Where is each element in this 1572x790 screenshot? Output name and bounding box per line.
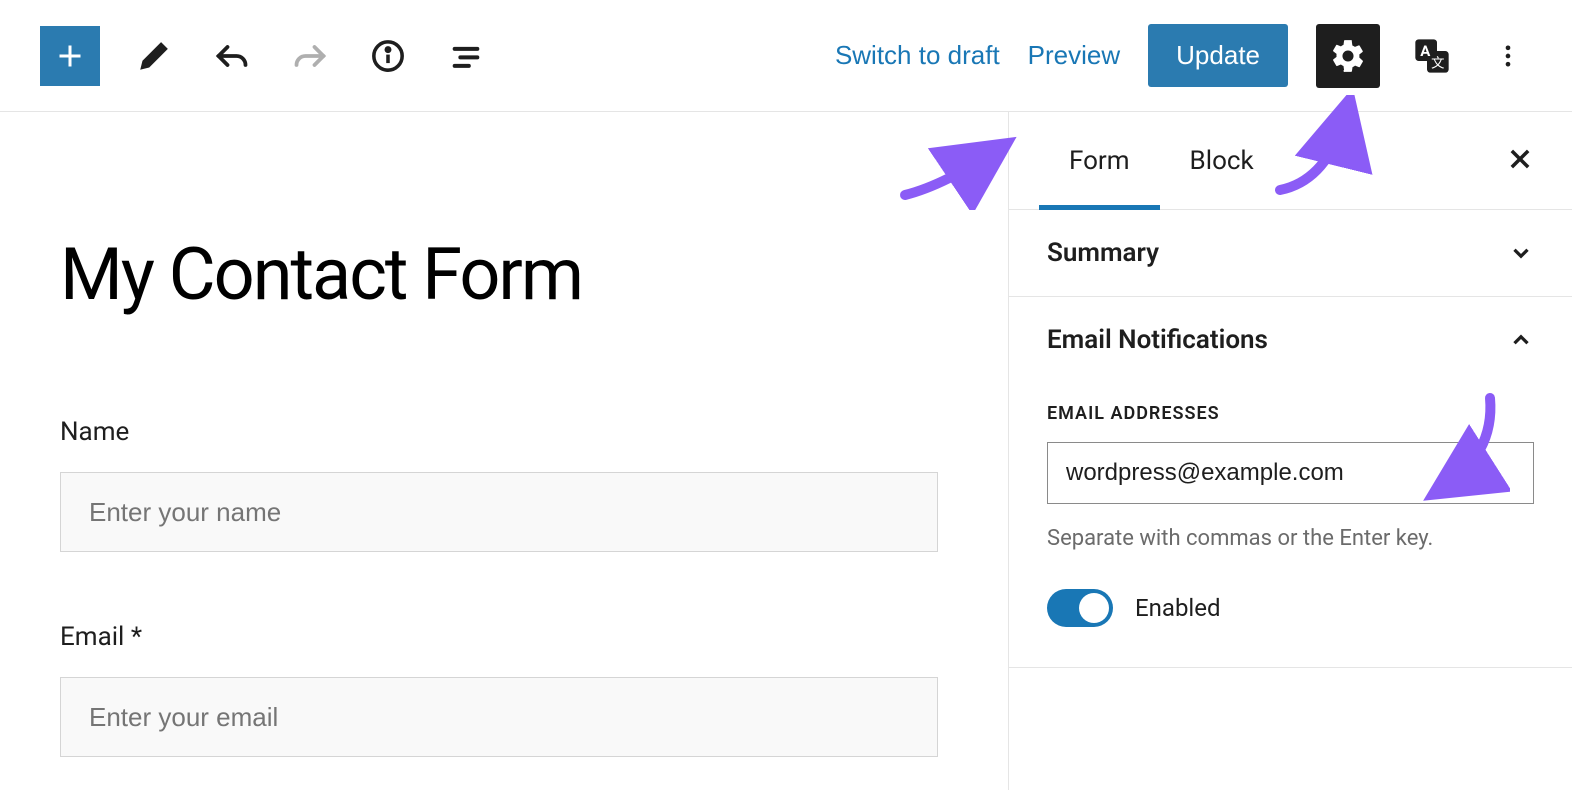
chevron-up-icon: [1508, 327, 1534, 353]
email-notifications-panel-title: Email Notifications: [1047, 325, 1268, 355]
info-icon: [371, 39, 405, 73]
undo-icon: [214, 38, 250, 74]
summary-panel-title: Summary: [1047, 238, 1159, 268]
switch-to-draft-button[interactable]: Switch to draft: [835, 40, 1000, 71]
email-notifications-panel-body: EMAIL ADDRESSES Separate with commas or …: [1009, 383, 1572, 667]
settings-button[interactable]: [1316, 24, 1380, 88]
toolbar-left-group: [40, 26, 490, 86]
redo-button[interactable]: [286, 32, 334, 80]
add-block-button[interactable]: [40, 26, 100, 86]
name-field: Name: [60, 417, 938, 622]
redo-icon: [292, 38, 328, 74]
tab-block[interactable]: Block: [1160, 112, 1284, 209]
outline-button[interactable]: [442, 32, 490, 80]
more-options-button[interactable]: [1484, 32, 1532, 80]
enabled-toggle[interactable]: [1047, 589, 1113, 627]
info-button[interactable]: [364, 32, 412, 80]
close-sidebar-button[interactable]: [1506, 145, 1534, 177]
top-toolbar: Switch to draft Preview Update A文: [0, 0, 1572, 112]
enabled-toggle-row: Enabled: [1047, 589, 1534, 627]
email-field: Email *: [60, 622, 938, 757]
email-addresses-input[interactable]: [1047, 442, 1534, 504]
email-label: Email *: [60, 622, 938, 652]
email-notifications-panel-toggle[interactable]: Email Notifications: [1009, 297, 1572, 383]
email-input[interactable]: [60, 677, 938, 757]
svg-text:文: 文: [1431, 55, 1444, 71]
edit-mode-button[interactable]: [130, 32, 178, 80]
undo-button[interactable]: [208, 32, 256, 80]
plus-icon: [52, 38, 88, 74]
gear-icon: [1329, 37, 1367, 75]
pencil-icon: [137, 39, 171, 73]
summary-panel-toggle[interactable]: Summary: [1009, 210, 1572, 296]
enabled-toggle-label: Enabled: [1135, 594, 1221, 622]
close-icon: [1506, 145, 1534, 173]
tab-form[interactable]: Form: [1039, 112, 1160, 209]
name-label: Name: [60, 417, 938, 447]
email-addresses-heading: EMAIL ADDRESSES: [1047, 403, 1534, 424]
list-outline-icon: [449, 39, 483, 73]
editor-canvas: My Contact Form Name Email *: [0, 112, 1009, 790]
more-vertical-icon: [1494, 42, 1522, 70]
page-title[interactable]: My Contact Form: [60, 232, 938, 317]
main-area: My Contact Form Name Email * Form Block …: [0, 112, 1572, 790]
translate-icon: A文: [1412, 36, 1452, 76]
update-button[interactable]: Update: [1148, 24, 1288, 87]
preview-button[interactable]: Preview: [1028, 40, 1120, 71]
summary-panel: Summary: [1009, 210, 1572, 297]
translate-button[interactable]: A文: [1408, 32, 1456, 80]
toolbar-right-group: Switch to draft Preview Update A文: [835, 24, 1532, 88]
name-input[interactable]: [60, 472, 938, 552]
settings-sidebar: Form Block Summary Email Notifications E…: [1009, 112, 1572, 790]
email-addresses-help: Separate with commas or the Enter key.: [1047, 526, 1534, 551]
svg-text:A: A: [1420, 42, 1431, 60]
sidebar-tabs: Form Block: [1009, 112, 1572, 210]
chevron-down-icon: [1508, 240, 1534, 266]
email-notifications-panel: Email Notifications EMAIL ADDRESSES Sepa…: [1009, 297, 1572, 668]
